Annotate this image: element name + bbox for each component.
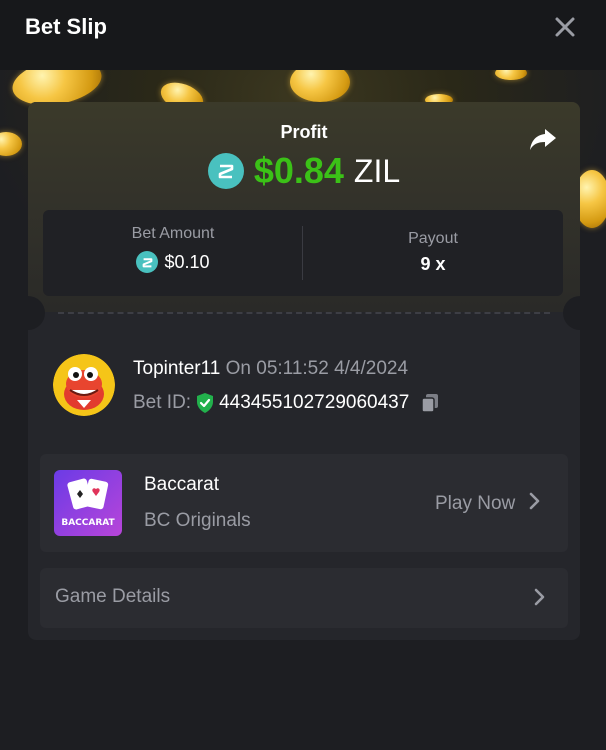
play-now-label: Play Now — [435, 493, 516, 514]
zil-coin-icon — [207, 153, 244, 189]
game-card[interactable]: BACCARAT Baccarat BC Originals Play Now — [40, 454, 568, 552]
bet-datetime: 05:11:52 4/4/2024 — [256, 358, 409, 379]
game-thumbnail-label: BACCARAT — [61, 518, 115, 528]
share-icon[interactable] — [528, 124, 558, 154]
bet-id-value: 443455102729060437 — [219, 392, 410, 413]
avatar[interactable] — [53, 354, 115, 416]
profit-label: Profit — [280, 122, 328, 142]
chevron-right-icon — [529, 492, 541, 516]
bet-user-info: Topinter11 On 05:11:52 4/4/2024 Bet ID: … — [53, 354, 553, 418]
game-details-label: Game Details — [55, 586, 171, 607]
bet-amount-stat: Bet Amount $0.10 — [43, 210, 303, 296]
zil-coin-icon — [136, 251, 159, 273]
game-title: Baccarat — [144, 474, 219, 495]
bet-stats: Bet Amount $0.10 Payout 9 x — [43, 210, 563, 296]
username[interactable]: Topinter11 — [133, 358, 220, 379]
profit-currency: ZIL — [353, 152, 401, 189]
bet-amount-value: $0.10 — [164, 251, 210, 272]
bet-id-label: Bet ID: — [133, 392, 192, 413]
ticket-divider — [58, 312, 550, 314]
gold-coin-decoration — [495, 70, 527, 80]
play-now-button[interactable]: Play Now — [435, 492, 541, 516]
game-details-row[interactable]: Game Details — [40, 568, 568, 628]
chevron-right-icon — [534, 588, 546, 611]
gold-coin-decoration — [0, 132, 22, 156]
shield-check-icon — [195, 392, 215, 414]
copy-icon[interactable] — [419, 392, 441, 414]
page-title: Bet Slip — [25, 14, 107, 39]
profit-amount: $0.84 — [253, 150, 344, 191]
header-bar: Bet Slip — [0, 0, 606, 70]
on-label: On — [225, 358, 251, 379]
payout-stat: Payout 9 x — [303, 210, 563, 296]
profit-panel: Profit $0.84 ZIL Bet Amount $0.10 Payout… — [28, 102, 580, 312]
payout-value: 9 x — [420, 254, 446, 274]
gold-coin-decoration — [290, 70, 350, 102]
user-line: Topinter11 On 05:11:52 4/4/2024 — [133, 358, 408, 380]
bet-amount-value-row: $0.10 — [43, 251, 303, 273]
bet-slip-card: Profit $0.84 ZIL Bet Amount $0.10 Payout… — [28, 102, 580, 640]
close-icon[interactable] — [552, 14, 578, 40]
bet-amount-label: Bet Amount — [131, 225, 215, 242]
payout-label: Payout — [408, 230, 458, 247]
bet-id-line: Bet ID: 443455102729060437 — [133, 392, 441, 414]
game-provider: BC Originals — [144, 510, 251, 531]
profit-row: $0.84 ZIL — [28, 148, 580, 194]
game-thumbnail: BACCARAT — [54, 470, 122, 536]
